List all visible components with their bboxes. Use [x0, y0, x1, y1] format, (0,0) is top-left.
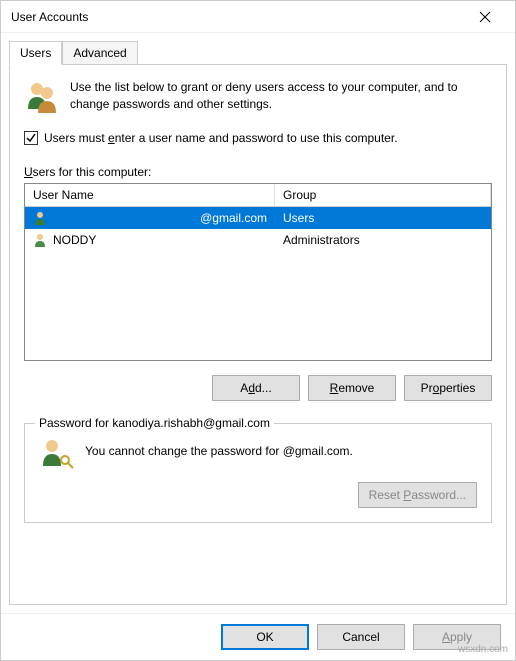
- password-groupbox-body: You cannot change the password for @gmai…: [39, 436, 477, 472]
- password-message: You cannot change the password for @gmai…: [85, 436, 477, 472]
- watermark-text: wsxdn.com: [458, 644, 508, 655]
- dialog-button-row: OK Cancel Apply: [1, 613, 515, 660]
- key-user-icon: [39, 436, 75, 472]
- add-button[interactable]: Add...: [212, 375, 300, 401]
- list-cell-group: Users: [275, 209, 491, 227]
- list-item[interactable]: @gmail.com Users: [25, 207, 491, 229]
- dialog-body: Users Advanced Use the list below to gra…: [1, 33, 515, 613]
- require-password-label: Users must enter a user name and passwor…: [44, 131, 398, 145]
- users-listview[interactable]: User Name Group @gmail.com Users NODDY: [24, 183, 492, 361]
- window-title: User Accounts: [11, 10, 465, 24]
- password-groupbox: Password for kanodiya.rishabh@gmail.com …: [24, 423, 492, 523]
- reset-password-row: Reset Password...: [39, 482, 477, 508]
- password-groupbox-title: Password for kanodiya.rishabh@gmail.com: [35, 416, 274, 430]
- reset-password-button: Reset Password...: [358, 482, 477, 508]
- column-header-username[interactable]: User Name: [25, 184, 275, 206]
- column-header-group[interactable]: Group: [275, 184, 491, 206]
- tab-advanced[interactable]: Advanced: [62, 41, 137, 64]
- cancel-button[interactable]: Cancel: [317, 624, 405, 650]
- listview-button-row: Add... Remove Properties: [24, 375, 492, 401]
- remove-button[interactable]: Remove: [308, 375, 396, 401]
- list-cell-username: NODDY: [25, 231, 275, 249]
- close-button[interactable]: [465, 2, 505, 32]
- titlebar: User Accounts: [1, 1, 515, 33]
- properties-button[interactable]: Properties: [404, 375, 492, 401]
- tab-strip: Users Advanced: [9, 41, 507, 65]
- require-password-checkbox[interactable]: [24, 131, 38, 145]
- require-password-checkbox-row: Users must enter a user name and passwor…: [24, 131, 492, 145]
- user-icon: [33, 233, 47, 247]
- ok-button[interactable]: OK: [221, 624, 309, 650]
- intro-text: Use the list below to grant or deny user…: [70, 79, 492, 115]
- users-list-label: Users for this computer:: [24, 165, 492, 179]
- list-item[interactable]: NODDY Administrators: [25, 229, 491, 251]
- listview-header: User Name Group: [25, 184, 491, 207]
- users-icon: [24, 79, 60, 115]
- user-icon: [33, 211, 47, 225]
- checkmark-icon: [26, 133, 36, 143]
- intro-section: Use the list below to grant or deny user…: [24, 79, 492, 115]
- user-accounts-window: User Accounts Users Advanced Use the lis…: [0, 0, 516, 661]
- list-cell-group: Administrators: [275, 231, 491, 249]
- tab-users[interactable]: Users: [9, 41, 62, 65]
- tab-content-users: Use the list below to grant or deny user…: [9, 65, 507, 605]
- close-icon: [479, 11, 491, 23]
- list-cell-username: @gmail.com: [25, 209, 275, 227]
